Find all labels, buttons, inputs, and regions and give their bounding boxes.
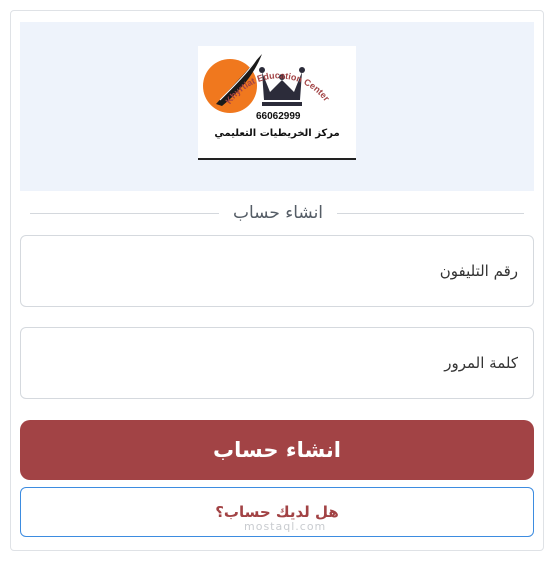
logo-graphic: Khyrtiat Education Center 66062999 مركز … [203, 54, 340, 139]
password-input[interactable] [21, 328, 533, 398]
logo-phone: 66062999 [256, 111, 301, 122]
watermark: mostaql.com [244, 520, 327, 533]
divider-label: انشاء حساب [219, 201, 337, 225]
phone-field[interactable] [20, 235, 534, 307]
create-account-button[interactable]: انشاء حساب [20, 420, 534, 480]
phone-input[interactable] [21, 236, 533, 306]
logo-arabic-name: مركز الخريطيات التعليمي [214, 128, 339, 139]
logo: Khyrtiat Education Center 66062999 مركز … [198, 46, 356, 160]
password-field[interactable] [20, 327, 534, 399]
